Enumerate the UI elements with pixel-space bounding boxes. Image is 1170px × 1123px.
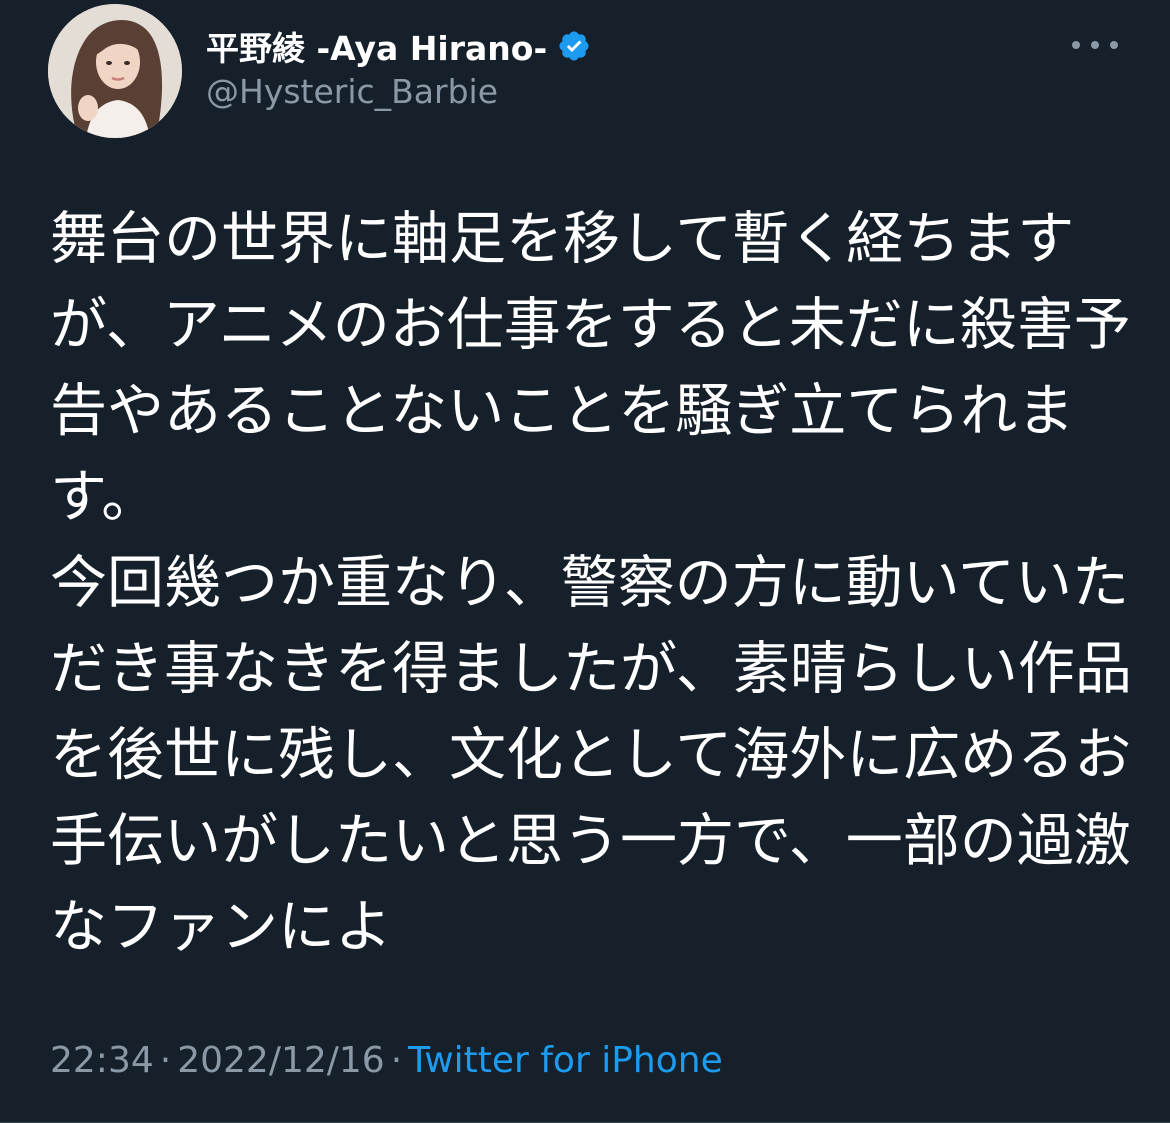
tweet-text-line: 舞台の世界に軸足を移して暫く経ちます bbox=[50, 206, 1075, 272]
verified-badge-icon bbox=[557, 29, 591, 63]
tweet-text-line: だき事なきを得ましたが、素晴らしい作品 bbox=[50, 636, 1132, 702]
tweet-text-line: 今回幾つか重なり、警察の方に動いていた bbox=[50, 550, 1130, 616]
display-name[interactable]: 平野綾 -Aya Hirano- bbox=[206, 22, 547, 70]
tweet-header: 平野綾 -Aya Hirano- @Hysteric_Barbie bbox=[206, 22, 591, 111]
tweet-text-line: が、アニメのお仕事をすると未だに殺害予 bbox=[50, 292, 1131, 358]
tweet-time[interactable]: 22:34 bbox=[50, 1040, 154, 1081]
more-dot bbox=[1091, 41, 1099, 49]
tweet-card: 平野綾 -Aya Hirano- @Hysteric_Barbie 舞台の世界に… bbox=[0, 0, 1170, 1123]
tweet-text-line: 告やあることないことを騒ぎ立てられま bbox=[50, 378, 1075, 444]
meta-separator: · bbox=[159, 1040, 172, 1081]
tweet-meta: 22:34 · 2022/12/16 · Twitter for iPhone bbox=[50, 1036, 723, 1086]
tweet-text: 舞台の世界に軸足を移して暫く経ちます が、アニメのお仕事をすると未だに殺害予 告… bbox=[50, 196, 1132, 970]
tweet-source-link[interactable]: Twitter for iPhone bbox=[408, 1040, 723, 1081]
user-handle[interactable]: @Hysteric_Barbie bbox=[206, 72, 591, 111]
tweet-text-line: す。 bbox=[50, 464, 159, 530]
avatar-image bbox=[48, 4, 182, 138]
more-dot bbox=[1110, 41, 1118, 49]
tweet-date[interactable]: 2022/12/16 bbox=[177, 1040, 385, 1081]
more-dot bbox=[1072, 41, 1080, 49]
name-row: 平野綾 -Aya Hirano- bbox=[206, 22, 591, 70]
tweet-text-line: なファンによ bbox=[50, 894, 392, 960]
more-options-icon[interactable] bbox=[1072, 30, 1118, 60]
tweet-text-line: を後世に残し、文化として海外に広めるお bbox=[50, 722, 1132, 788]
tweet-text-line: 手伝いがしたいと思う一方で、一部の過激 bbox=[50, 808, 1131, 874]
meta-separator: · bbox=[390, 1040, 403, 1081]
avatar[interactable] bbox=[48, 4, 182, 138]
